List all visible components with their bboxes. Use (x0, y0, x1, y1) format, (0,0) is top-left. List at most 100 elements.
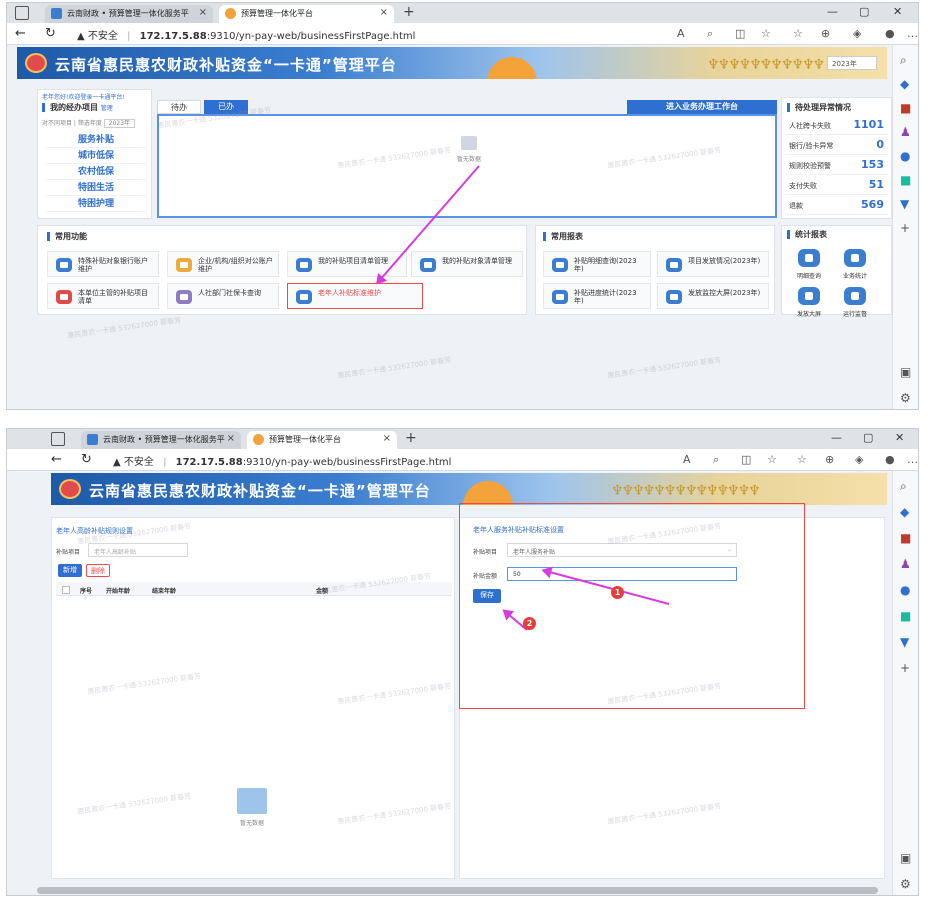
anomaly-row[interactable]: 退款 569 (785, 196, 888, 215)
tab-pending[interactable]: 待办 (157, 100, 201, 114)
search-icon[interactable]: ⌕ (900, 479, 907, 494)
profile-icon[interactable]: ● (885, 453, 895, 466)
outlook-icon[interactable]: ■ (900, 173, 911, 187)
horizontal-scrollbar[interactable] (37, 887, 878, 894)
stat-issue-screen[interactable]: 发放大屏 (787, 287, 831, 318)
manage-link[interactable]: 管理 (101, 105, 113, 112)
stat-business[interactable]: 业务统计 (833, 249, 877, 280)
report-project-issue[interactable]: 项目发放情况(2023年) (657, 251, 769, 277)
more-icon[interactable]: … (907, 27, 918, 40)
people-icon[interactable]: ♟ (900, 125, 911, 139)
save-button[interactable]: 保存 (473, 589, 501, 603)
read-aloud-icon[interactable]: A (683, 453, 691, 466)
browser-tab-1[interactable]: 云南财政 • 预算管理一体化服务平 × (45, 5, 213, 23)
briefcase-icon[interactable]: ■ (900, 531, 911, 545)
func-my-subsidy-objects[interactable]: 我的补贴对象清单管理 (411, 251, 523, 277)
tag-icon[interactable]: ◆ (900, 77, 909, 91)
add-button[interactable]: 新增 (58, 564, 82, 577)
refresh-icon[interactable]: ↻ (81, 452, 92, 467)
func-my-subsidy-items[interactable]: 我的补贴项目清单管理 (287, 251, 407, 277)
favorite-add-icon[interactable]: ☆ (767, 453, 777, 466)
add-icon[interactable]: + (900, 221, 910, 235)
stat-operation[interactable]: 运行监督 (833, 287, 877, 318)
briefcase-icon[interactable]: ■ (900, 101, 911, 115)
my-item-tekun-care[interactable]: 特困护理 (46, 196, 146, 212)
report-progress-stat[interactable]: 补贴进度统计(2023年) (543, 283, 651, 309)
func-special-account[interactable]: 特殊补贴对象银行账户维护 (47, 251, 159, 277)
outlook-icon[interactable]: ■ (900, 609, 911, 623)
close-window-icon[interactable]: ✕ (893, 5, 902, 18)
filter-year-select[interactable]: 2023年 (103, 119, 136, 128)
zoom-icon[interactable]: ⌕ (707, 27, 713, 41)
circle-icon[interactable]: ● (900, 149, 910, 163)
func-social-card-query[interactable]: 人社部门社保卡查询 (167, 283, 279, 309)
browser-tab-2[interactable]: 预算管理一体化平台 × (247, 431, 397, 449)
zoom-icon[interactable]: ⌕ (713, 453, 719, 467)
tag-icon[interactable]: ◆ (900, 505, 909, 519)
tab-close-icon[interactable]: × (199, 7, 207, 18)
back-icon[interactable]: ← (51, 452, 62, 467)
more-icon[interactable]: … (907, 453, 918, 466)
report-monitor-screen[interactable]: 发放监控大屏(2023年) (657, 283, 769, 309)
select-all-checkbox[interactable] (62, 586, 70, 594)
my-item-service-subsidy[interactable]: 服务补贴 (46, 132, 146, 148)
anomaly-row[interactable]: 支付失败 51 (785, 176, 888, 195)
window-menu-icon[interactable] (15, 6, 29, 20)
browser-tab-1[interactable]: 云南财政 • 预算管理一体化服务平 × (81, 431, 241, 449)
delete-button[interactable]: 删除 (86, 564, 110, 577)
tab-close-icon[interactable]: × (383, 433, 391, 444)
url-field[interactable]: ▲ 不安全 | 172.17.5.88:9310/yn-pay-web/busi… (113, 451, 613, 469)
favorites-icon[interactable]: ☆ (793, 27, 803, 40)
my-item-rural-dibao[interactable]: 农村低保 (46, 164, 146, 180)
reader-icon[interactable]: ◫ (741, 453, 751, 466)
enter-workbench-button[interactable]: 进入业务办理工作台 (627, 100, 777, 114)
collections-icon[interactable]: ⊕ (825, 453, 834, 466)
restore-icon[interactable]: ▢ (863, 431, 873, 444)
screenshot-icon[interactable]: ▣ (900, 851, 911, 865)
minimize-icon[interactable]: — (827, 5, 838, 18)
anomaly-row[interactable]: 人社跨卡失败 1101 (785, 116, 888, 135)
window-menu-icon[interactable] (51, 432, 65, 446)
send-icon[interactable]: ▼ (900, 197, 909, 211)
my-item-urban-dibao[interactable]: 城市低保 (46, 148, 146, 164)
close-window-icon[interactable]: ✕ (895, 431, 904, 444)
people-icon[interactable]: ♟ (900, 557, 911, 571)
anomaly-row[interactable]: 规则校验预警 153 (785, 156, 888, 175)
func-corporate-account[interactable]: 企业/机构/组织对公账户维护 (167, 251, 279, 277)
my-item-tekun-living[interactable]: 特困生活 (46, 180, 146, 196)
back-icon[interactable]: ← (15, 26, 26, 41)
settings-icon[interactable]: ⚙ (900, 877, 911, 891)
screenshot-icon[interactable]: ▣ (900, 365, 911, 379)
new-tab-icon[interactable]: + (403, 4, 415, 20)
func-elderly-standard[interactable]: 老年人补贴标准维护 (287, 283, 423, 309)
left-item-select[interactable]: 老年人高龄补贴 (88, 543, 188, 557)
copilot-icon[interactable]: ◈ (853, 27, 861, 40)
anomaly-row[interactable]: 银行/验卡异常 0 (785, 136, 888, 155)
send-icon[interactable]: ▼ (900, 635, 909, 649)
refresh-icon[interactable]: ↻ (45, 26, 56, 41)
tab-close-icon[interactable]: × (227, 433, 235, 444)
stat-detail-query[interactable]: 明细查询 (787, 249, 831, 280)
favorites-icon[interactable]: ☆ (797, 453, 807, 466)
read-aloud-icon[interactable]: A (677, 27, 685, 40)
new-tab-icon[interactable]: + (405, 430, 417, 446)
search-icon[interactable]: ⌕ (900, 53, 907, 68)
url-field[interactable]: ▲ 不安全 | 172.17.5.88:9310/yn-pay-web/busi… (77, 25, 637, 43)
settings-icon[interactable]: ⚙ (900, 391, 911, 405)
favorite-add-icon[interactable]: ☆ (761, 27, 771, 40)
browser-tab-2[interactable]: 预算管理一体化平台 × (219, 5, 394, 23)
copilot-icon[interactable]: ◈ (855, 453, 863, 466)
add-icon[interactable]: + (900, 661, 910, 675)
circle-icon[interactable]: ● (900, 583, 910, 597)
year-select[interactable]: 2023年 (827, 56, 877, 70)
reader-icon[interactable]: ◫ (735, 27, 745, 40)
tab-done[interactable]: 已办 (204, 100, 248, 114)
report-subsidy-detail[interactable]: 补贴明细查询(2023年) (543, 251, 651, 277)
collections-icon[interactable]: ⊕ (821, 27, 830, 40)
item-select[interactable]: 老年人服务补贴 ⌄ (507, 543, 737, 557)
restore-icon[interactable]: ▢ (859, 5, 869, 18)
tab-close-icon[interactable]: × (380, 7, 388, 18)
func-unit-subsidy-items[interactable]: 本单位主管的补贴项目清单 (47, 283, 159, 309)
profile-icon[interactable]: ● (885, 27, 895, 40)
minimize-icon[interactable]: — (831, 431, 842, 444)
